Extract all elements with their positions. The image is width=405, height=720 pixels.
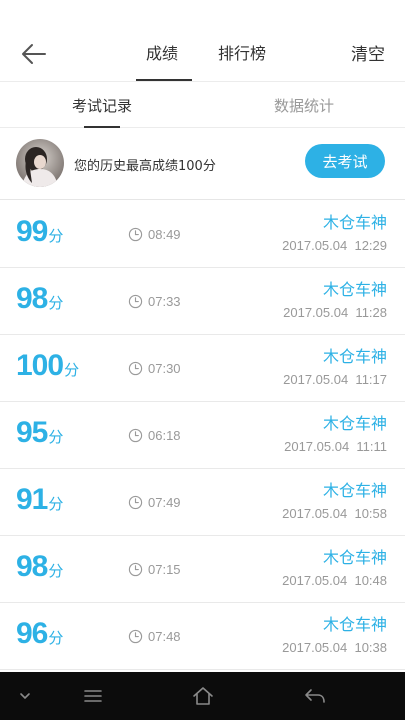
score-number: 91 xyxy=(16,483,48,516)
subtab-exam-records[interactable]: 考试记录 xyxy=(60,82,144,128)
menu-icon xyxy=(84,690,102,702)
exam-duration: 07:48 xyxy=(128,627,181,645)
home-icon xyxy=(193,687,213,705)
score-value: 96 分 xyxy=(16,617,63,657)
duration-text: 07:48 xyxy=(148,628,181,644)
exam-duration: 06:18 xyxy=(128,426,181,444)
duration-text: 06:18 xyxy=(148,427,181,443)
score-value: 98 分 xyxy=(16,282,63,322)
score-unit: 分 xyxy=(48,428,64,446)
user-name: 木仓车神 xyxy=(322,347,387,366)
exam-duration: 07:15 xyxy=(128,560,181,578)
score-record-row[interactable]: 95 分 06:18 木仓车神 2017.05.04 11:11 xyxy=(0,402,405,469)
avatar xyxy=(16,139,64,187)
user-name: 木仓车神 xyxy=(322,213,387,232)
score-unit: 分 xyxy=(48,562,64,580)
clock-icon xyxy=(128,428,143,442)
score-number: 98 xyxy=(16,550,48,583)
clock-icon xyxy=(128,227,143,241)
score-number: 99 xyxy=(16,215,48,248)
score-unit: 分 xyxy=(48,629,64,647)
exam-duration: 08:49 xyxy=(128,225,181,243)
score-number: 96 xyxy=(16,617,48,650)
score-value: 91 分 xyxy=(16,483,63,523)
record-datetime: 2017.05.04 10:48 xyxy=(282,573,387,588)
duration-text: 07:15 xyxy=(148,561,181,577)
nav-chevron-button[interactable] xyxy=(10,672,40,720)
score-record-row[interactable]: 96 分 07:48 木仓车神 2017.05.04 10:38 xyxy=(0,603,405,670)
best-score-banner: 您的历史最高成绩100分 去考试 xyxy=(0,128,405,200)
record-list: 99 分 08:49 木仓车神 2017.05.04 12:29 98 分 07:33 木仓车神… xyxy=(0,201,405,670)
score-number: 100 xyxy=(16,349,64,382)
tab-scores[interactable]: 成绩 xyxy=(132,22,192,82)
user-name: 木仓车神 xyxy=(322,481,387,500)
score-value: 100 分 xyxy=(16,349,79,389)
record-datetime: 2017.05.04 11:17 xyxy=(283,372,387,387)
exam-duration: 07:49 xyxy=(128,493,181,511)
record-datetime: 2017.05.04 12:29 xyxy=(282,238,387,253)
user-name: 木仓车神 xyxy=(322,280,387,299)
clock-icon xyxy=(128,361,143,375)
score-value: 99 分 xyxy=(16,215,63,255)
user-name: 木仓车神 xyxy=(322,414,387,433)
score-record-row[interactable]: 98 分 07:15 木仓车神 2017.05.04 10:48 xyxy=(0,536,405,603)
clear-button[interactable]: 清空 xyxy=(351,22,385,82)
clock-icon xyxy=(128,562,143,576)
tab-active-indicator xyxy=(136,79,192,81)
clock-icon xyxy=(128,629,143,643)
record-datetime: 2017.05.04 10:38 xyxy=(282,640,387,655)
exam-duration: 07:33 xyxy=(128,292,181,310)
exam-duration: 07:30 xyxy=(128,359,181,377)
score-number: 95 xyxy=(16,416,48,449)
take-exam-button[interactable]: 去考试 xyxy=(305,144,385,178)
score-unit: 分 xyxy=(48,495,64,513)
back-icon xyxy=(305,689,325,703)
score-unit: 分 xyxy=(48,227,64,245)
score-record-row[interactable]: 99 分 08:49 木仓车神 2017.05.04 12:29 xyxy=(0,201,405,268)
duration-text: 07:33 xyxy=(148,293,181,309)
clock-icon xyxy=(128,495,143,509)
header-tabs: 成绩 排行榜 xyxy=(0,22,405,82)
record-datetime: 2017.05.04 11:28 xyxy=(283,305,387,320)
score-record-row[interactable]: 98 分 07:33 木仓车神 2017.05.04 11:28 xyxy=(0,268,405,335)
nav-menu-button[interactable] xyxy=(78,672,108,720)
user-name: 木仓车神 xyxy=(322,615,387,634)
score-value: 95 分 xyxy=(16,416,63,456)
record-datetime: 2017.05.04 10:58 xyxy=(282,506,387,521)
score-number: 98 xyxy=(16,282,48,315)
record-datetime: 2017.05.04 11:11 xyxy=(284,439,387,454)
score-record-row[interactable]: 91 分 07:49 木仓车神 2017.05.04 10:58 xyxy=(0,469,405,536)
tab-leaderboard[interactable]: 排行榜 xyxy=(210,22,274,82)
top-bar: 成绩 排行榜 清空 xyxy=(0,22,405,82)
sub-tabs: 考试记录 数据统计 xyxy=(0,82,405,128)
duration-text: 08:49 xyxy=(148,226,181,242)
system-nav-bar xyxy=(0,672,405,720)
chevron-down-icon xyxy=(20,693,30,700)
best-score-text: 您的历史最高成绩100分 xyxy=(74,158,216,174)
nav-back-button[interactable] xyxy=(300,672,330,720)
score-unit: 分 xyxy=(48,294,64,312)
duration-text: 07:49 xyxy=(148,494,181,510)
user-name: 木仓车神 xyxy=(322,548,387,567)
subtab-data-statistics[interactable]: 数据统计 xyxy=(262,82,346,128)
score-record-row[interactable]: 100 分 07:30 木仓车神 2017.05.04 11:17 xyxy=(0,335,405,402)
duration-text: 07:30 xyxy=(148,360,181,376)
score-unit: 分 xyxy=(64,361,80,379)
clock-icon xyxy=(128,294,143,308)
score-value: 98 分 xyxy=(16,550,63,590)
status-bar xyxy=(0,0,405,22)
nav-home-button[interactable] xyxy=(188,672,218,720)
